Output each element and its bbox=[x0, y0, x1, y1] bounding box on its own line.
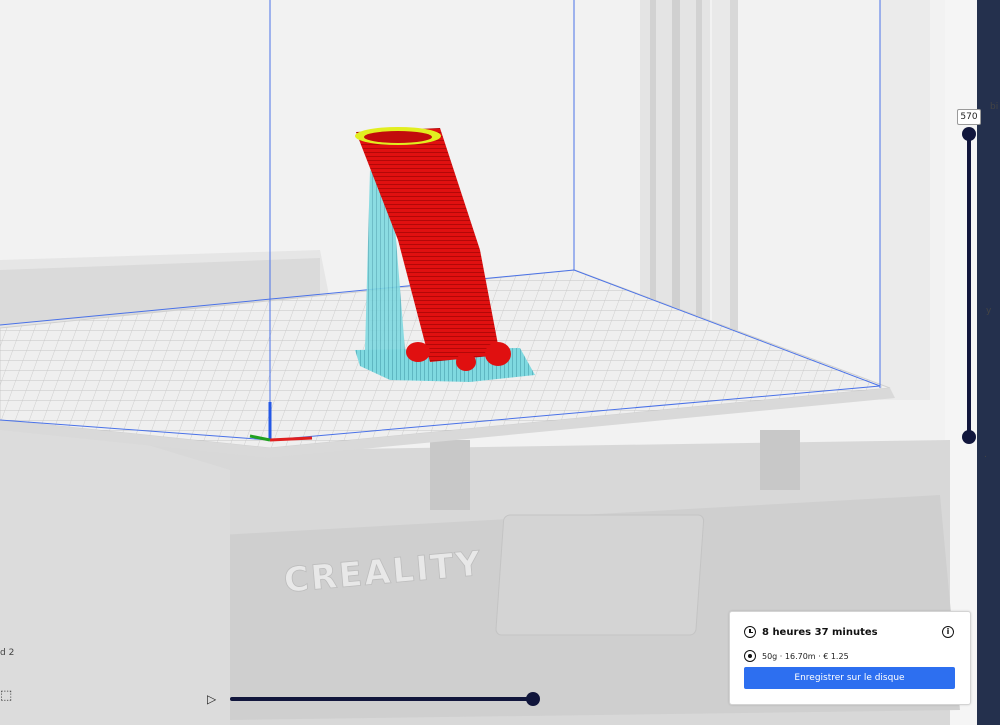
clock-icon bbox=[744, 626, 756, 638]
right-edge-text: bi bbox=[990, 102, 999, 112]
left-edge-text: d 2 bbox=[0, 648, 15, 658]
layer-slider-top-handle[interactable] bbox=[962, 127, 976, 141]
simulation-slider-handle[interactable] bbox=[526, 692, 540, 706]
material-summary: 50g · 16.70m · € 1.25 bbox=[762, 651, 849, 661]
simulation-slider-track[interactable] bbox=[230, 697, 535, 701]
layer-slider-track[interactable] bbox=[967, 134, 971, 437]
right-edge-text-2: y bbox=[986, 306, 992, 316]
print-time: 8 heures 37 minutes bbox=[762, 626, 878, 638]
layer-slider-bottom-handle[interactable] bbox=[962, 430, 976, 444]
info-icon[interactable]: i bbox=[942, 626, 954, 638]
filament-spool-icon bbox=[744, 650, 756, 662]
play-icon[interactable]: ▷ bbox=[207, 692, 221, 706]
right-edge-text-3: . bbox=[984, 450, 987, 460]
cube-view-icon[interactable]: ⬚ bbox=[0, 688, 16, 704]
save-to-disk-button[interactable]: Enregistrer sur le disque bbox=[744, 667, 955, 689]
layer-number-label: 570 bbox=[957, 109, 981, 125]
print-info-panel: 8 heures 37 minutes i 50g · 16.70m · € 1… bbox=[729, 611, 971, 705]
